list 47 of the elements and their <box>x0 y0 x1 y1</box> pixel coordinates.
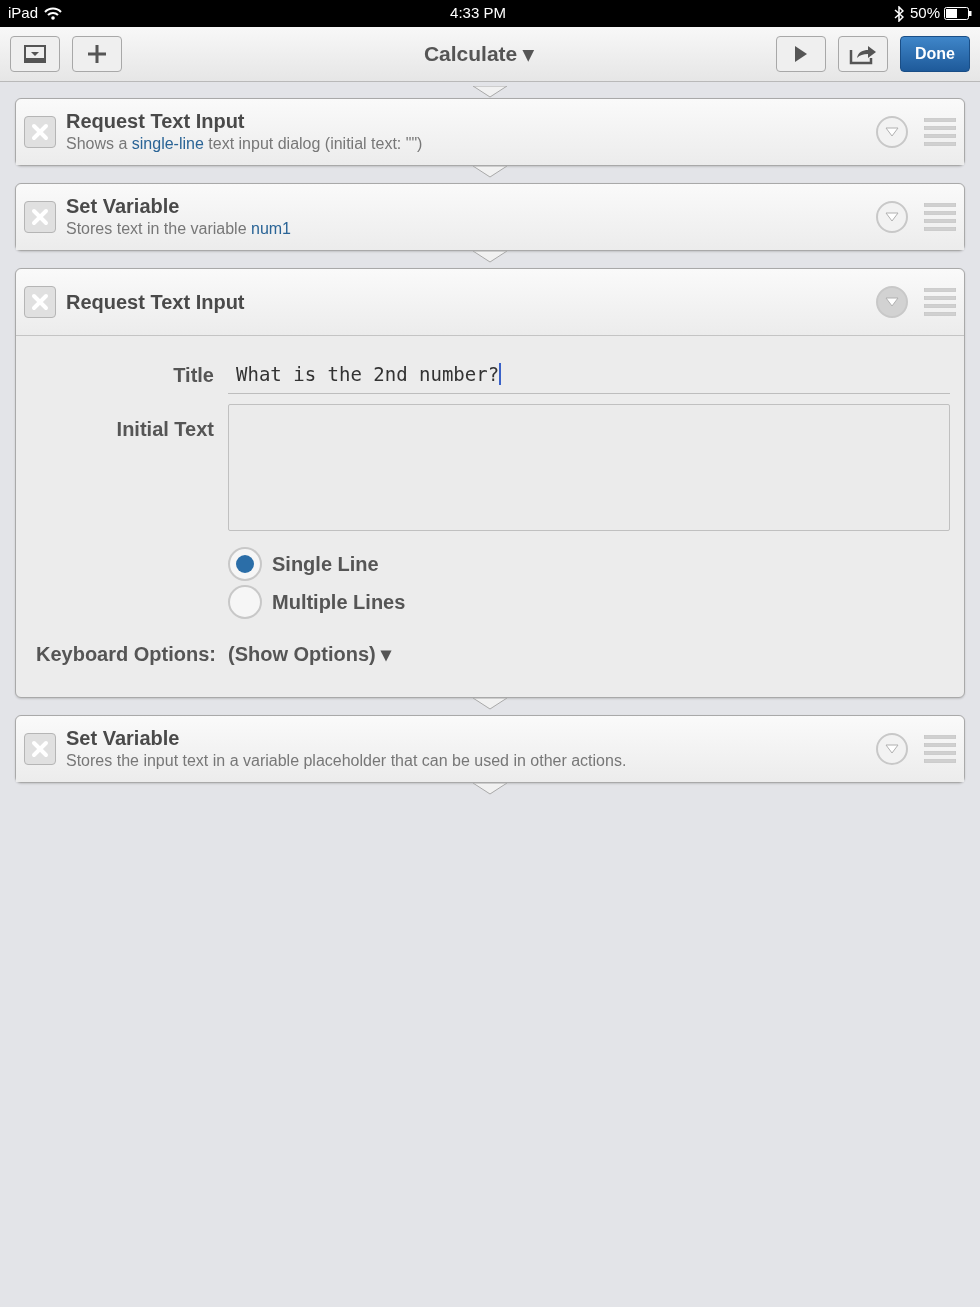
variable-link[interactable]: single-line <box>131 135 204 152</box>
radio-label: Multiple Lines <box>272 589 406 615</box>
delete-icon[interactable] <box>24 116 56 148</box>
variable-link[interactable]: num1 <box>251 220 291 237</box>
keyboard-options-dropdown[interactable]: (Show Options) ▾ <box>228 638 392 669</box>
drag-handle-icon[interactable] <box>924 118 956 146</box>
clock: 4:33 PM <box>449 3 507 24</box>
battery-icon <box>944 7 972 20</box>
action-description: Stores text in the variable num1 <box>66 219 292 239</box>
radio-label: Single Line <box>272 551 379 577</box>
drag-handle-icon[interactable] <box>924 203 956 231</box>
field-label: Initial Text <box>115 416 215 442</box>
expand-icon[interactable] <box>876 116 908 148</box>
field-label: Title <box>172 362 215 388</box>
expand-icon[interactable] <box>876 732 908 765</box>
collapse-button[interactable] <box>10 36 60 72</box>
initial-text-field[interactable] <box>228 403 950 531</box>
wifi-icon <box>44 7 63 20</box>
action-title: Request Text Input <box>66 109 246 133</box>
action-title: Request Text Input <box>66 290 246 314</box>
battery-percent: 50% <box>909 3 940 24</box>
delete-icon[interactable] <box>24 732 56 765</box>
drag-handle-icon[interactable] <box>924 288 956 316</box>
device-name: iPad <box>8 3 39 24</box>
radio-button[interactable] <box>228 546 262 581</box>
delete-icon[interactable] <box>24 201 56 233</box>
share-icon <box>849 43 877 65</box>
add-button[interactable] <box>72 36 122 72</box>
plus-icon <box>87 44 107 64</box>
run-button[interactable] <box>776 36 826 72</box>
action-title: Set Variable <box>66 725 181 750</box>
action-description: Shows a single-line text input dialog (initial text: "") <box>66 134 424 154</box>
radio-button[interactable] <box>228 584 262 619</box>
done-button[interactable]: Done <box>900 36 970 72</box>
title-field[interactable]: What is the 2nd number? <box>228 356 950 394</box>
workflow-title[interactable]: Calculate ▾ <box>423 38 535 70</box>
drag-handle-icon[interactable] <box>924 734 956 763</box>
action-description: Stores the input text in a variable placeholder that can be used in other actions. <box>66 750 628 771</box>
expand-icon[interactable] <box>876 201 908 233</box>
share-button[interactable] <box>838 36 888 72</box>
action-title: Set Variable <box>66 194 181 218</box>
bluetooth-icon <box>893 5 904 22</box>
expand-icon[interactable] <box>876 286 908 318</box>
play-icon <box>794 45 808 63</box>
tray-icon <box>24 45 46 63</box>
field-label: Keyboard Options: <box>35 641 217 667</box>
delete-icon[interactable] <box>24 286 56 318</box>
